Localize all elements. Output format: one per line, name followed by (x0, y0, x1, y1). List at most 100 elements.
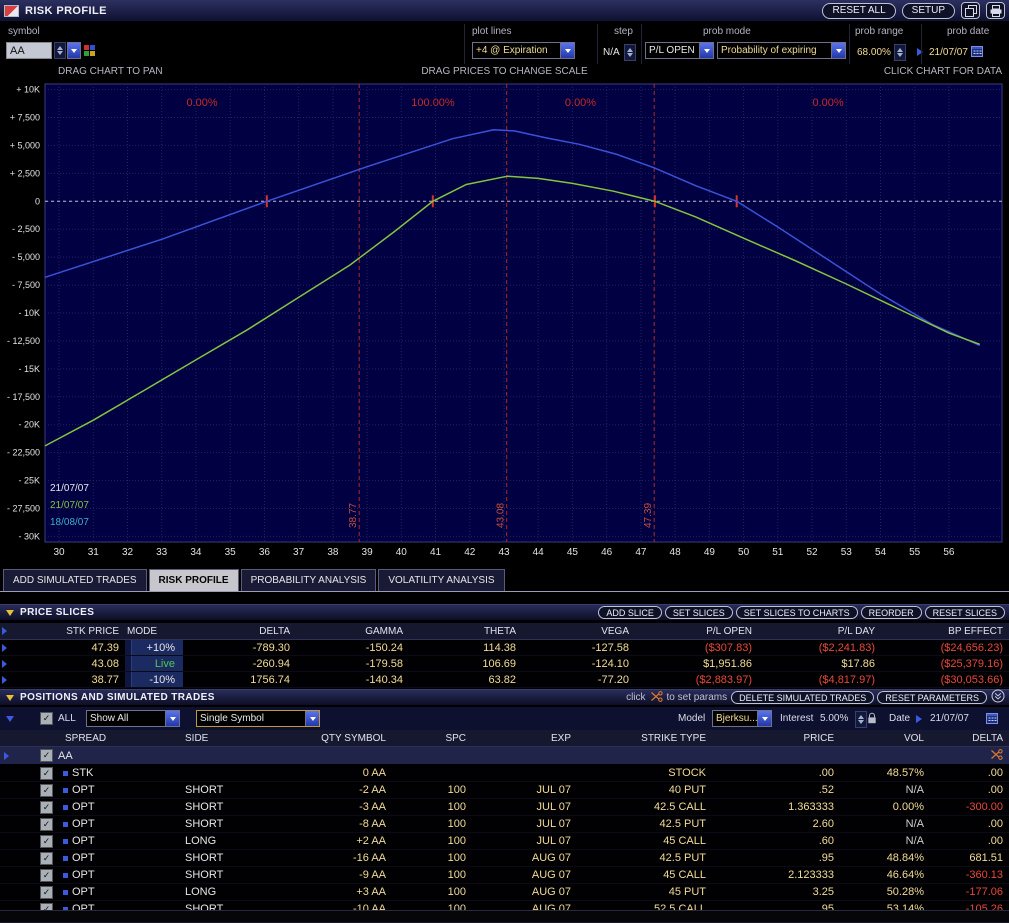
price-slice-row[interactable]: 38.77-10%1756.74-140.3463.82-77.20($2,88… (0, 672, 1009, 688)
position-side: SHORT (160, 816, 270, 832)
tab-risk-profile[interactable]: RISK PROFILE (149, 569, 239, 591)
position-exp: AUG 07 (472, 867, 577, 883)
slices-column-stk-price[interactable]: STK PRICE (12, 623, 125, 639)
symbol-input[interactable]: AA (6, 42, 52, 59)
svg-text:39: 39 (362, 547, 374, 558)
row-checkbox[interactable] (40, 784, 53, 797)
slices-column-p-l-day[interactable]: P/L DAY (758, 623, 881, 639)
price-slice-row[interactable]: 43.08Live-260.94-179.58106.69-124.10$1,9… (0, 656, 1009, 672)
positions-column-exp[interactable]: EXP (472, 730, 577, 746)
reset-parameters-button[interactable]: RESET PARAMETERS (877, 691, 987, 704)
position-spc: 100 (392, 850, 472, 866)
positions-column-side[interactable]: SIDE (160, 730, 270, 746)
row-checkbox[interactable] (40, 818, 53, 831)
row-checkbox[interactable] (40, 835, 53, 848)
position-side: SHORT (160, 782, 270, 798)
interest-value[interactable]: 5.00% (820, 713, 848, 724)
position-row[interactable]: OPTLONG+3 AA100AUG 0745 PUT3.2550.28%-17… (0, 884, 1009, 901)
price-slice-row[interactable]: 47.39+10%-789.30-150.24114.38-127.58($30… (0, 640, 1009, 656)
risk-profile-chart[interactable]: 3031323334353637383940414243444546474849… (0, 80, 1009, 560)
row-checkbox[interactable] (40, 801, 53, 814)
slices-column-bp-effect[interactable]: BP EFFECT (881, 623, 1009, 639)
reset-all-button[interactable]: RESET ALL (822, 3, 895, 19)
svg-text:41: 41 (430, 547, 442, 558)
position-row[interactable]: OPTSHORT-8 AA100JUL 0742.5 PUT2.60N/A.00 (0, 816, 1009, 833)
position-row[interactable]: OPTSHORT-3 AA100JUL 0742.5 CALL1.3633330… (0, 799, 1009, 816)
symbol-spinner[interactable] (54, 42, 66, 59)
all-checkbox[interactable] (40, 712, 53, 725)
slices-column-p-l-open[interactable]: P/L OPEN (635, 623, 758, 639)
prob-date-value[interactable]: 21/07/07 (929, 47, 968, 58)
tab-volatility-analysis[interactable]: VOLATILITY ANALYSIS (378, 569, 504, 591)
position-row[interactable]: OPTSHORT-2 AA100JUL 0740 PUT.52N/A.00 (0, 782, 1009, 799)
horizontal-scrollbar[interactable] (0, 910, 1009, 923)
plot-lines-select[interactable]: +4 @ Expiration (472, 42, 575, 59)
positions-column-spc[interactable]: SPC (392, 730, 472, 746)
prob-mode-select[interactable]: Probability of expiring (717, 42, 846, 59)
position-qty: 0 AA (270, 765, 392, 781)
position-exp: JUL 07 (472, 833, 577, 849)
step-spinner[interactable] (624, 44, 636, 61)
slices-column-mode[interactable]: MODE (125, 623, 183, 639)
date-arrow-icon[interactable] (916, 715, 922, 723)
tab-probability-analysis[interactable]: PROBABILITY ANALYSIS (241, 569, 377, 591)
date-value[interactable]: 21/07/07 (930, 713, 969, 724)
position-exp: JUL 07 (472, 799, 577, 815)
row-checkbox[interactable] (40, 767, 53, 780)
row-checkbox[interactable] (40, 886, 53, 899)
tab-add-simulated-trades[interactable]: ADD SIMULATED TRADES (3, 569, 147, 591)
symbol-palette-icon[interactable] (84, 45, 95, 56)
calendar-icon[interactable] (971, 45, 983, 60)
symbol-group-row[interactable]: AA (0, 747, 1009, 765)
row-checkbox[interactable] (40, 869, 53, 882)
positions-column-delta[interactable]: DELTA (930, 730, 1009, 746)
slices-column-vega[interactable]: VEGA (522, 623, 635, 639)
position-row[interactable]: OPTSHORT-16 AA100AUG 0742.5 PUT.9548.84%… (0, 850, 1009, 867)
filter-select[interactable]: Show All (86, 710, 180, 727)
prob-range-value[interactable]: 68.00% (857, 47, 891, 58)
set-slices-button[interactable]: SET SLICES (665, 606, 733, 619)
positions-column-vol[interactable]: VOL (840, 730, 930, 746)
group-checkbox[interactable] (40, 749, 53, 762)
reset-slices-button[interactable]: RESET SLICES (925, 606, 1005, 619)
options-menu-icon[interactable] (6, 716, 14, 722)
prob-date-arrow-icon[interactable] (917, 48, 923, 56)
lock-icon[interactable] (867, 712, 877, 728)
interest-spinner[interactable] (855, 711, 867, 728)
print-icon[interactable] (986, 2, 1005, 19)
detach-window-icon[interactable] (961, 2, 980, 19)
positions-column-strike-type[interactable]: STRIKE TYPE (577, 730, 712, 746)
position-spread: STK (56, 765, 160, 781)
slices-column-gamma[interactable]: GAMMA (296, 623, 409, 639)
setup-button[interactable]: SETUP (902, 3, 955, 19)
position-qty: +3 AA (270, 884, 392, 900)
collapse-all-icon[interactable] (991, 689, 1005, 706)
slices-column-theta[interactable]: THETA (409, 623, 522, 639)
scissors-icon[interactable] (990, 749, 1003, 763)
prob-mode-label: prob mode (703, 26, 751, 37)
prob-range-spinner[interactable] (894, 44, 906, 61)
slice-pl-day: $17.86 (758, 656, 881, 671)
position-vol: N/A (840, 816, 930, 832)
set-slices-to-charts-button[interactable]: SET SLICES TO CHARTS (736, 606, 858, 619)
calendar-icon[interactable] (986, 712, 998, 727)
collapse-section-icon[interactable] (6, 695, 14, 701)
slice-stk-price: 38.77 (12, 672, 125, 687)
pl-open-select[interactable]: P/L OPEN (645, 42, 714, 59)
position-row[interactable]: STK0 AASTOCK.0048.57%.00 (0, 765, 1009, 782)
svg-text:33: 33 (156, 547, 168, 558)
positions-column-price[interactable]: PRICE (712, 730, 840, 746)
add-slice-button[interactable]: ADD SLICE (598, 606, 662, 619)
reorder-button[interactable]: REORDER (861, 606, 922, 619)
scope-select[interactable]: Single Symbol (196, 710, 320, 727)
symbol-dropdown-button[interactable] (67, 42, 81, 59)
model-select[interactable]: Bjerksu... (712, 710, 772, 727)
collapse-section-icon[interactable] (6, 610, 14, 616)
row-checkbox[interactable] (40, 852, 53, 865)
delete-simulated-trades-button[interactable]: DELETE SIMULATED TRADES (731, 691, 874, 704)
positions-column-qty-symbol[interactable]: QTY SYMBOL (270, 730, 392, 746)
slices-column-delta[interactable]: DELTA (183, 623, 296, 639)
position-row[interactable]: OPTSHORT-9 AA100AUG 0745 CALL2.12333346.… (0, 867, 1009, 884)
position-row[interactable]: OPTLONG+2 AA100JUL 0745 CALL.60N/A.00 (0, 833, 1009, 850)
positions-column-spread[interactable]: SPREAD (56, 730, 160, 746)
